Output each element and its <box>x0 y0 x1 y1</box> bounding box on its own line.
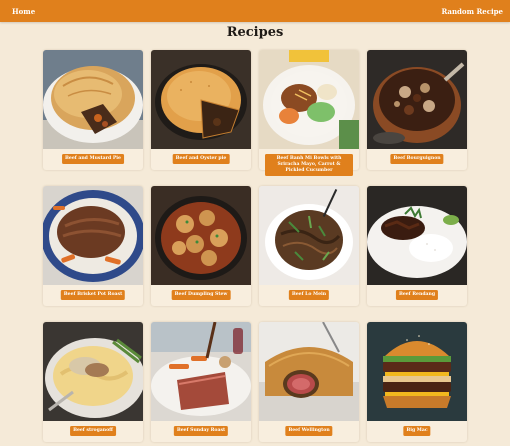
recipe-grid: Beef and Mustard Pie Beef and Oyster pie <box>43 50 467 442</box>
recipe-image[interactable] <box>151 50 251 149</box>
recipe-card[interactable]: Beef stroganoff <box>43 322 143 442</box>
recipe-card[interactable]: Beef Brisket Pot Roast <box>43 186 143 306</box>
recipe-image[interactable] <box>43 322 143 421</box>
recipe-card[interactable]: Beef and Oyster pie <box>151 50 251 170</box>
recipe-button[interactable]: Beef and Oyster pie <box>172 154 230 164</box>
recipe-card[interactable]: Beef Dumpling Stew <box>151 186 251 306</box>
recipe-button[interactable]: Beef Rendang <box>395 290 439 300</box>
recipe-button[interactable]: Beef Lo Mein <box>288 290 330 300</box>
recipe-card[interactable]: Beef and Mustard Pie <box>43 50 143 170</box>
recipe-image[interactable] <box>367 322 467 421</box>
recipe-card[interactable]: Beef Rendang <box>367 186 467 306</box>
home-link[interactable]: Home <box>12 7 35 16</box>
recipe-card[interactable]: Big Mac <box>367 322 467 442</box>
recipe-card[interactable]: Beef Bourguignon <box>367 50 467 170</box>
recipe-image[interactable] <box>259 50 359 149</box>
recipe-image[interactable] <box>43 186 143 285</box>
recipe-button[interactable]: Beef and Mustard Pie <box>62 154 124 164</box>
recipe-image[interactable] <box>367 50 467 149</box>
recipe-image[interactable] <box>259 322 359 421</box>
random-recipe-link[interactable]: Random Recipe <box>441 7 503 16</box>
recipe-card[interactable]: Beef Sunday Roast <box>151 322 251 442</box>
recipe-button[interactable]: Beef Sunday Roast <box>173 426 229 436</box>
recipe-card[interactable]: Beef Wellington <box>259 322 359 442</box>
recipe-button[interactable]: Beef stroganoff <box>70 426 116 436</box>
recipe-button[interactable]: Beef Bourguignon <box>390 154 444 164</box>
recipe-image[interactable] <box>151 322 251 421</box>
recipe-button[interactable]: Beef Brisket Pot Roast <box>60 290 126 300</box>
recipe-image[interactable] <box>259 186 359 285</box>
page-title: Recipes <box>226 25 284 40</box>
recipe-button[interactable]: Big Mac <box>403 426 431 436</box>
navbar: Home Random Recipe <box>0 0 510 22</box>
recipe-image[interactable] <box>43 50 143 149</box>
recipe-card[interactable]: Beef Lo Mein <box>259 186 359 306</box>
recipe-button[interactable]: Beef Banh Mi Bowls with Sriracha Mayo, C… <box>265 154 353 176</box>
recipe-button[interactable]: Beef Wellington <box>285 426 333 436</box>
recipe-card[interactable]: Beef Banh Mi Bowls with Sriracha Mayo, C… <box>259 50 359 176</box>
recipe-image[interactable] <box>367 186 467 285</box>
recipe-button[interactable]: Beef Dumpling Stew <box>171 290 231 300</box>
recipe-image[interactable] <box>151 186 251 285</box>
